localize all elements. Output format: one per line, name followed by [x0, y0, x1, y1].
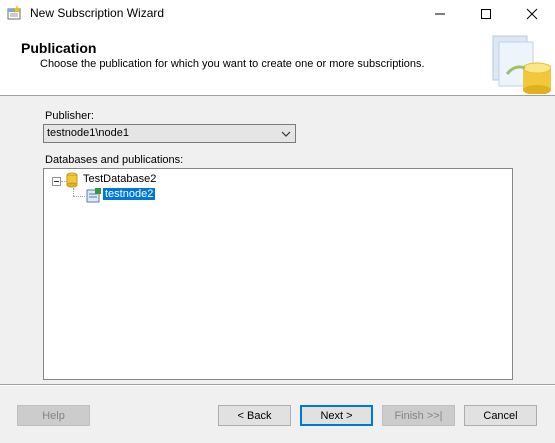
collapse-toggle[interactable] [52, 177, 61, 186]
databases-publications-label: Databases and publications: [45, 154, 184, 166]
page-subtitle: Choose the publication for which you wan… [40, 58, 425, 70]
databases-publications-tree[interactable]: TestDatabase2 testnode2 [43, 168, 513, 380]
window-title: New Subscription Wizard [30, 6, 165, 20]
publisher-value: testnode1\node1 [47, 127, 129, 139]
maximize-button[interactable] [463, 0, 509, 28]
page-title: Publication [21, 40, 97, 56]
tree-connector [73, 196, 85, 197]
minimize-button[interactable] [417, 0, 463, 28]
title-bar: New Subscription Wizard [0, 0, 555, 28]
database-publication-icon [492, 35, 551, 94]
minimize-icon [435, 13, 445, 15]
close-button[interactable] [509, 0, 555, 28]
database-name: TestDatabase2 [83, 173, 157, 185]
wizard-app-icon [7, 5, 21, 20]
wizard-header: Publication Choose the publication for w… [0, 28, 555, 96]
publisher-label: Publisher: [45, 110, 94, 122]
publication-name: testnode2 [103, 188, 156, 200]
back-button[interactable]: < Back [218, 405, 291, 426]
publication-icon [86, 188, 101, 203]
publisher-dropdown[interactable]: testnode1\node1 [43, 124, 296, 143]
footer-separator [0, 384, 555, 386]
maximize-icon [481, 9, 491, 19]
finish-button[interactable]: Finish >>| [382, 405, 455, 426]
next-button[interactable]: Next > [300, 405, 373, 426]
close-icon [526, 8, 538, 20]
tree-connector [73, 188, 74, 196]
database-icon [66, 172, 78, 188]
chevron-down-icon [281, 131, 291, 137]
cancel-button[interactable]: Cancel [464, 405, 537, 426]
help-button[interactable]: Help [17, 405, 90, 426]
